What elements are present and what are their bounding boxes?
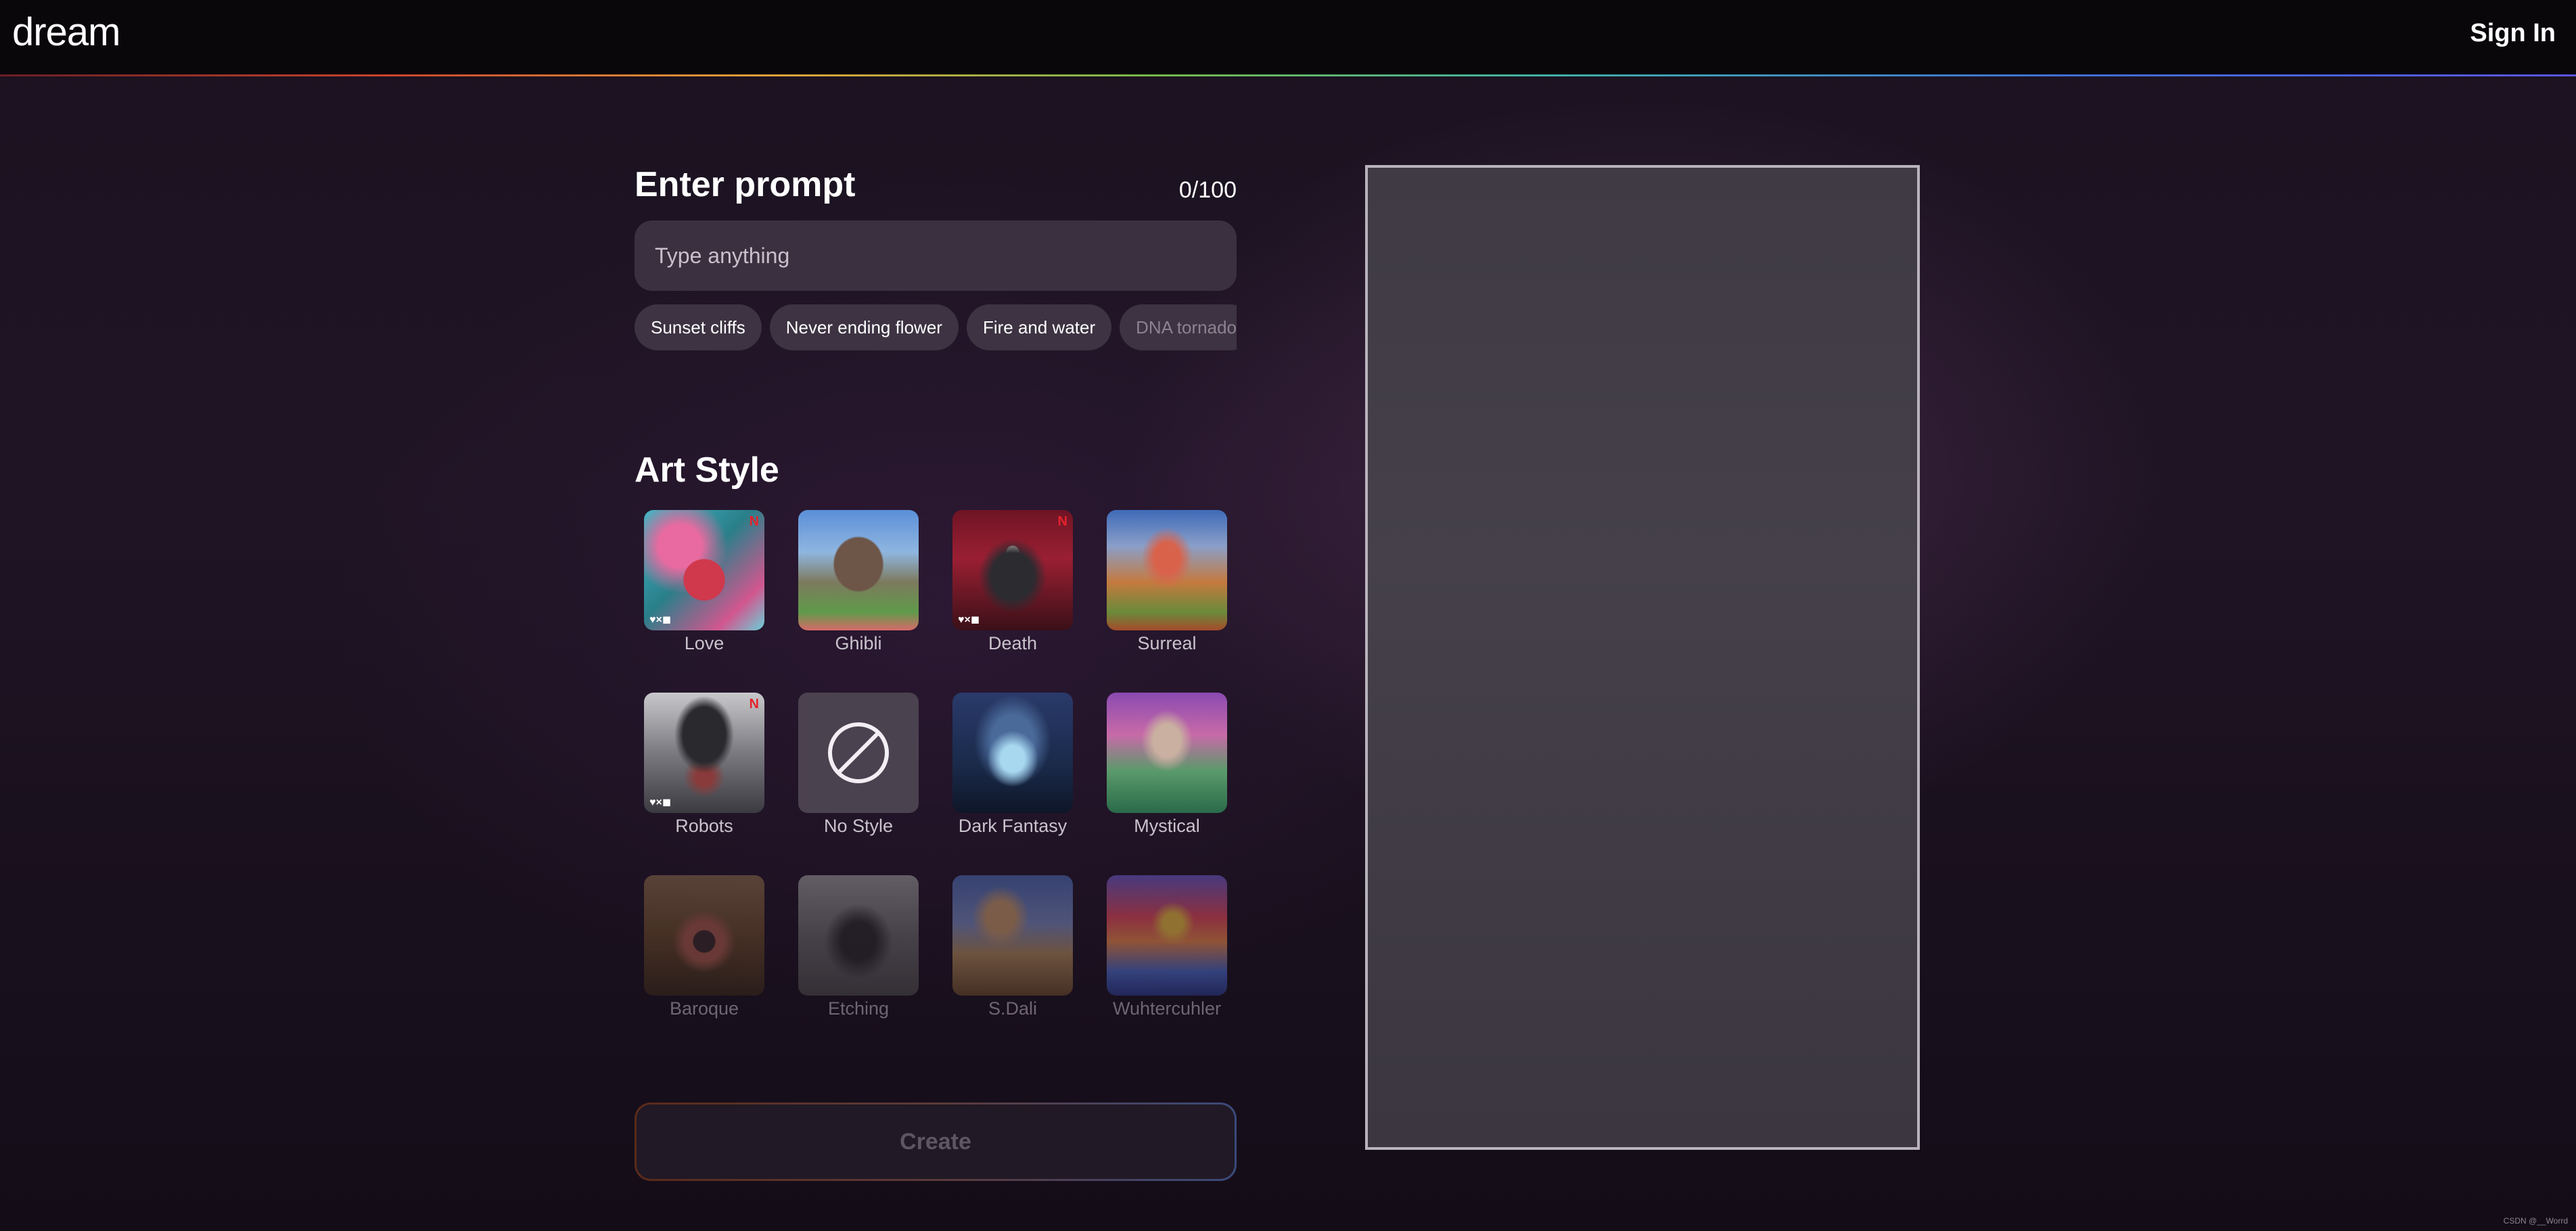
style-tile-baroque[interactable]: Baroque xyxy=(644,875,764,1019)
collab-badge: ♥×◼ xyxy=(958,614,980,626)
style-label: Baroque xyxy=(669,998,739,1019)
style-tile-robots[interactable]: N ♥×◼ Robots xyxy=(644,693,764,837)
baroque-thumbnail xyxy=(644,875,764,996)
collab-badge: ♥×◼ xyxy=(649,614,672,626)
robots-thumbnail: N ♥×◼ xyxy=(644,693,764,813)
suggestion-chip[interactable]: DNA tornado xyxy=(1120,304,1237,350)
prompt-suggestions: Sunset cliffs Never ending flower Fire a… xyxy=(635,304,1237,352)
style-label: Etching xyxy=(827,998,890,1019)
s-dali-thumbnail xyxy=(952,875,1073,996)
style-tile-love[interactable]: N ♥×◼ Love xyxy=(644,510,764,654)
style-label: Surreal xyxy=(1137,633,1197,653)
character-counter: 0/100 xyxy=(1178,177,1237,203)
no-style-thumbnail xyxy=(798,693,919,813)
style-tile-wuhtercuhler[interactable]: Wuhtercuhler xyxy=(1107,875,1227,1019)
netflix-badge: N xyxy=(749,514,759,529)
collab-badge: ♥×◼ xyxy=(649,797,672,808)
style-tile-s-dali[interactable]: S.Dali xyxy=(952,875,1073,1019)
rainbow-divider xyxy=(0,74,2576,76)
prompt-input[interactable] xyxy=(635,220,1237,291)
suggestion-chip[interactable]: Fire and water xyxy=(966,304,1112,350)
style-label: Mystical xyxy=(1134,816,1200,836)
sign-in-button[interactable]: Sign In xyxy=(2470,19,2556,48)
style-tile-mystical[interactable]: Mystical xyxy=(1107,693,1227,837)
style-label: Dark Fantasy xyxy=(958,816,1067,836)
dark-fantasy-thumbnail xyxy=(952,693,1073,813)
style-tile-surreal[interactable]: Surreal xyxy=(1107,510,1227,654)
ghibli-thumbnail xyxy=(798,510,919,630)
mystical-thumbnail xyxy=(1107,693,1227,813)
style-label: S.Dali xyxy=(988,998,1038,1019)
style-label: Ghibli xyxy=(835,633,882,653)
style-tile-dark-fantasy[interactable]: Dark Fantasy xyxy=(952,693,1073,837)
style-tile-etching[interactable]: Etching xyxy=(798,875,919,1019)
style-label: Robots xyxy=(675,816,733,836)
etching-thumbnail xyxy=(798,875,919,996)
netflix-badge: N xyxy=(749,697,759,712)
top-bar: dream Sign In xyxy=(0,0,2576,74)
art-style-heading: Art Style xyxy=(635,450,779,490)
suggestion-chip[interactable]: Sunset cliffs xyxy=(635,304,762,350)
suggestion-chip[interactable]: Never ending flower xyxy=(769,304,959,350)
style-label: Wuhtercuhler xyxy=(1112,998,1222,1019)
style-tile-death[interactable]: N ♥×◼ Death xyxy=(952,510,1073,654)
style-label: No Style xyxy=(823,816,894,836)
create-button[interactable]: Create xyxy=(635,1102,1237,1181)
prohibited-icon xyxy=(828,722,889,783)
style-label: Death xyxy=(988,633,1038,653)
surreal-thumbnail xyxy=(1107,510,1227,630)
love-thumbnail: N ♥×◼ xyxy=(644,510,764,630)
death-thumbnail: N ♥×◼ xyxy=(952,510,1073,630)
dream-logo[interactable]: dream xyxy=(12,9,120,55)
style-tile-ghibli[interactable]: Ghibli xyxy=(798,510,919,654)
wuhtercuhler-thumbnail xyxy=(1107,875,1227,996)
prompt-heading: Enter prompt xyxy=(635,165,856,204)
netflix-badge: N xyxy=(1057,514,1067,529)
style-label: Love xyxy=(684,633,724,653)
style-tile-no-style[interactable]: No Style xyxy=(798,693,919,837)
watermark: CSDN @__Worrd xyxy=(2503,1216,2568,1226)
image-preview-canvas xyxy=(1365,165,1920,1150)
